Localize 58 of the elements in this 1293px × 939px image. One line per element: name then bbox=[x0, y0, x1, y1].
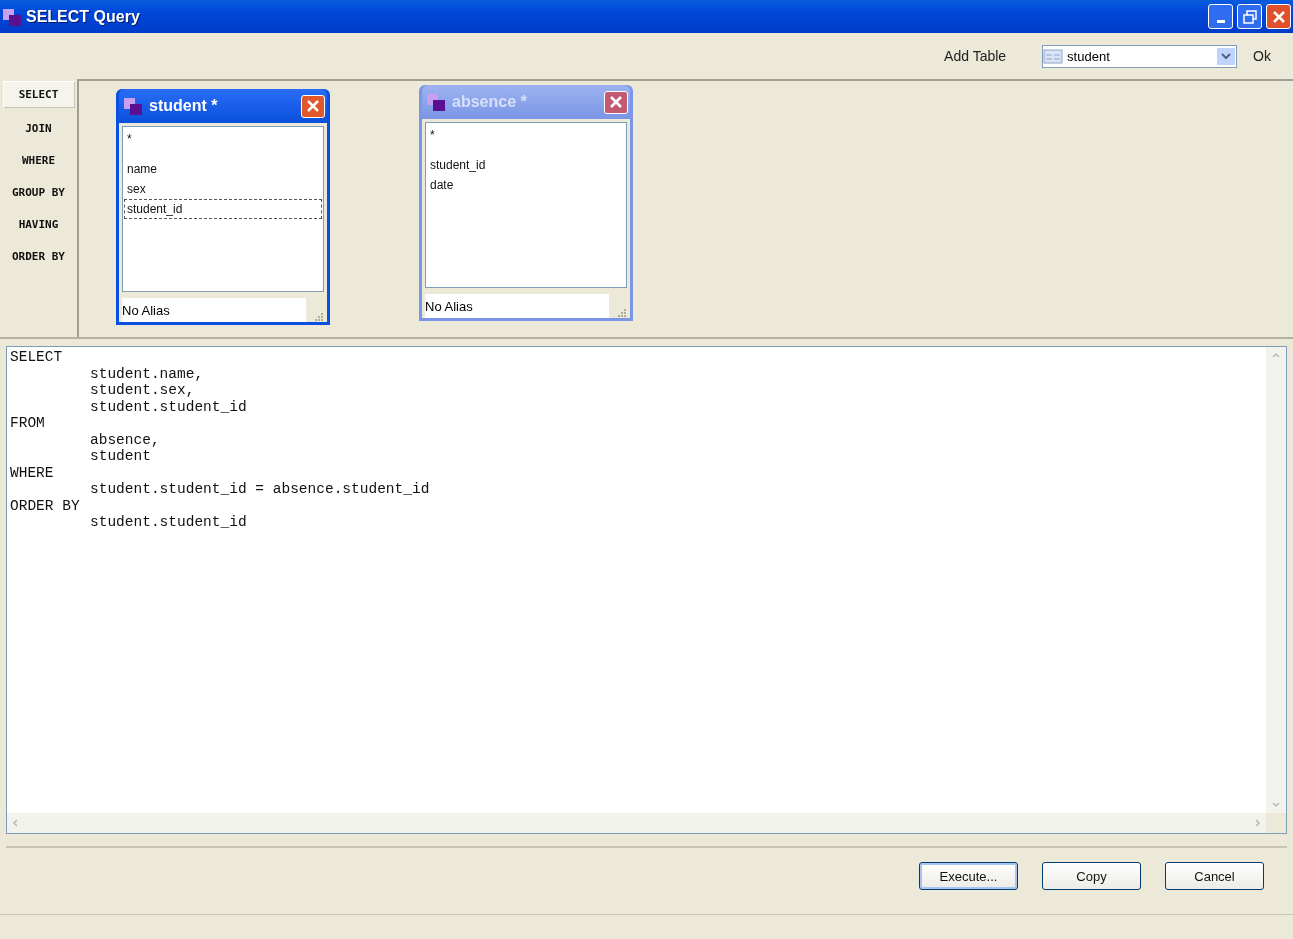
table-title: student * bbox=[149, 97, 219, 115]
clause-tab[interactable]: JOIN bbox=[2, 112, 75, 144]
caret-icon[interactable] bbox=[1217, 47, 1236, 65]
table-window[interactable]: student * * name sex student_id No Alias bbox=[116, 89, 330, 325]
close-button[interactable] bbox=[1266, 4, 1291, 29]
clause-tab[interactable]: HAVING bbox=[2, 208, 75, 240]
sql-line: WHERE bbox=[10, 464, 55, 481]
table-title: absence * bbox=[452, 93, 528, 111]
alias-field[interactable]: No Alias bbox=[425, 294, 609, 318]
column-item[interactable]: * bbox=[427, 125, 625, 145]
clause-tab[interactable]: ORDER BY bbox=[2, 240, 75, 272]
sql-line: student.name, bbox=[89, 365, 205, 382]
window-title: SELECT Query bbox=[26, 7, 141, 26]
close-button[interactable] bbox=[301, 94, 325, 118]
sql-line: student bbox=[89, 448, 152, 465]
sql-line: student.student_id bbox=[89, 398, 248, 415]
scroll-right-icon[interactable] bbox=[1253, 818, 1263, 828]
sql-line: student.student_id = absence.student_id bbox=[89, 481, 431, 498]
column-item[interactable]: student_id bbox=[427, 155, 625, 175]
table-window[interactable]: absence * * student_id date No Alias bbox=[419, 85, 633, 321]
scroll-down-icon[interactable] bbox=[1271, 800, 1281, 810]
clause-tab[interactable]: GROUP BY bbox=[2, 176, 75, 208]
sql-line: student.student_id bbox=[89, 514, 248, 531]
sql-line: FROM bbox=[10, 415, 46, 432]
add-table-label: Add Table bbox=[944, 48, 1007, 64]
minimize-icon bbox=[1216, 20, 1225, 23]
minimize-button[interactable] bbox=[1208, 4, 1233, 29]
sql-line: ORDER BY bbox=[10, 497, 81, 514]
ok-button[interactable]: Ok bbox=[1253, 48, 1271, 64]
close-icon bbox=[609, 95, 623, 109]
app-icon bbox=[426, 92, 446, 112]
scrollbar-corner bbox=[1266, 813, 1286, 833]
dialog-button[interactable]: Execute... bbox=[919, 862, 1018, 890]
scroll-left-icon[interactable] bbox=[10, 818, 20, 828]
app-icon bbox=[123, 96, 143, 116]
dialog-button[interactable]: Copy bbox=[1042, 862, 1141, 890]
table-icon bbox=[1043, 48, 1064, 64]
clause-tab[interactable]: SELECT bbox=[2, 81, 75, 108]
column-item[interactable]: sex bbox=[124, 179, 322, 199]
column-item[interactable]: name bbox=[124, 159, 322, 179]
app-icon bbox=[2, 6, 22, 27]
close-button[interactable] bbox=[604, 90, 628, 114]
dialog-button[interactable]: Cancel bbox=[1165, 862, 1264, 890]
alias-field[interactable]: No Alias bbox=[122, 298, 306, 322]
restore-button[interactable] bbox=[1237, 4, 1262, 29]
sql-line: SELECT bbox=[10, 349, 64, 366]
restore-icon bbox=[1242, 9, 1257, 24]
sql-line: absence, bbox=[89, 431, 161, 448]
column-item[interactable]: date bbox=[427, 175, 625, 195]
close-icon bbox=[1271, 9, 1286, 24]
scroll-up-icon[interactable] bbox=[1271, 350, 1281, 360]
sql-line: student.sex, bbox=[89, 382, 196, 399]
close-icon bbox=[306, 99, 320, 113]
column-item[interactable]: student_id bbox=[124, 199, 322, 219]
column-item[interactable]: * bbox=[124, 129, 322, 149]
sql-editor[interactable]: SELECT student.name, student.sex, student.student_id FROM absence, student WHERE student.student_id = absence.student_id ORDER BY student.student_id bbox=[6, 346, 1287, 834]
clause-tab[interactable]: WHERE bbox=[2, 144, 75, 176]
table-dropdown[interactable]: student bbox=[1042, 44, 1238, 68]
